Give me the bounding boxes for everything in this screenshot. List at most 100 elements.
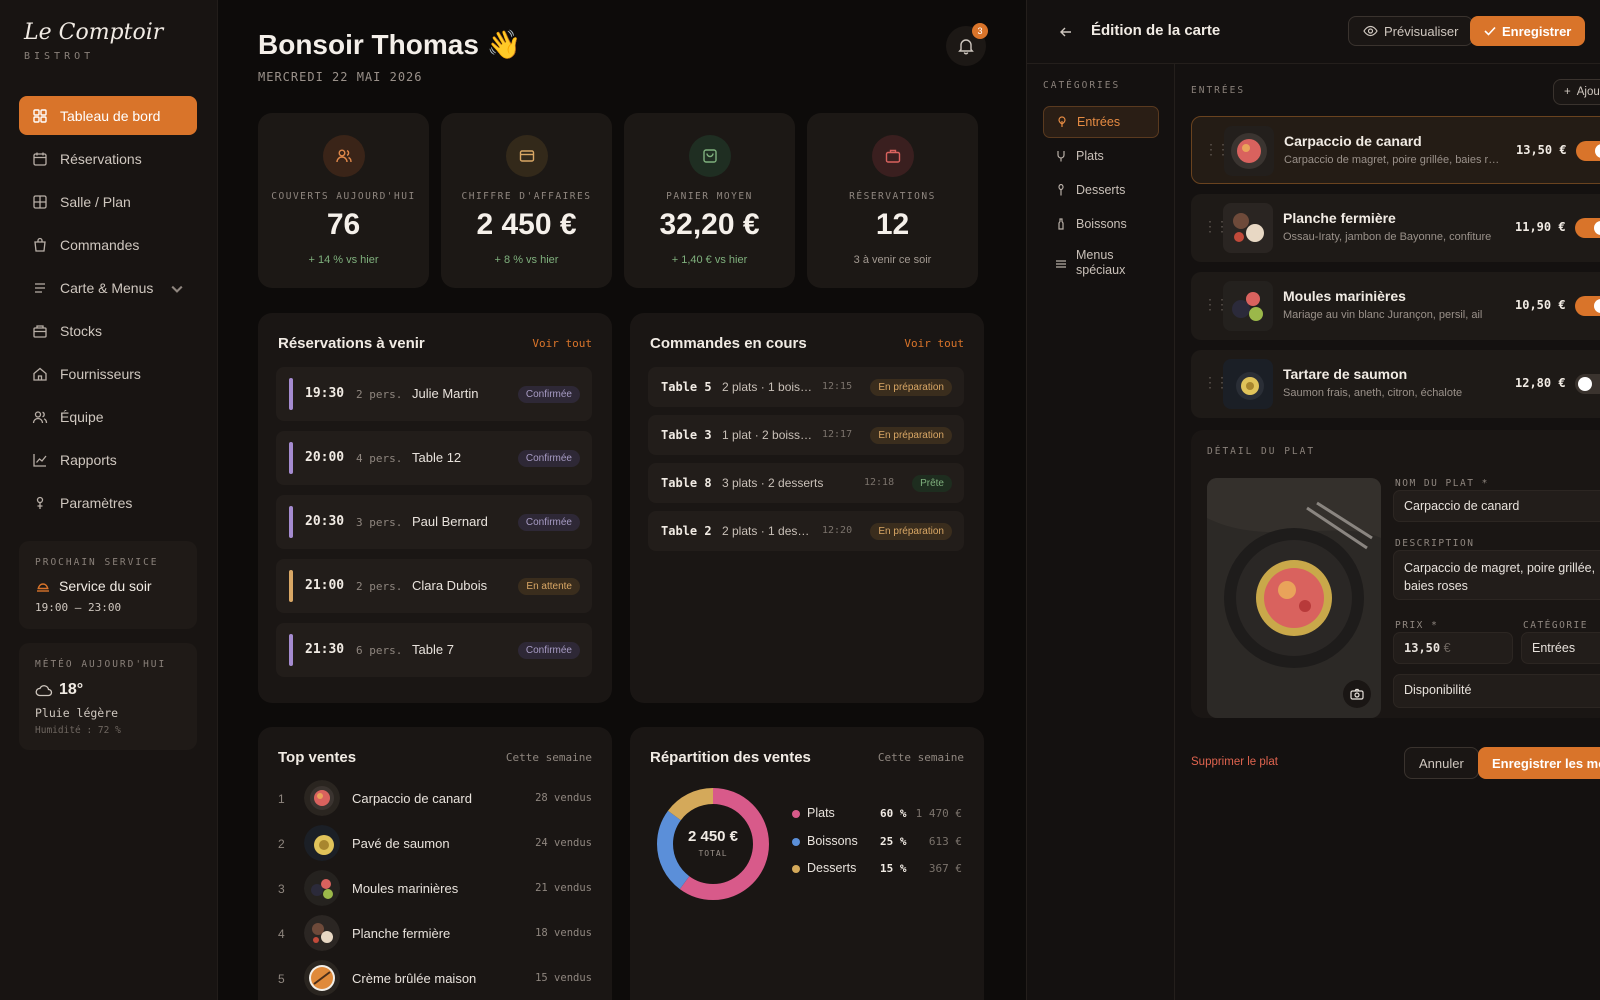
reservation-row[interactable]: 20:00 4 pers. Table 12 Confirmée <box>276 431 592 485</box>
sidebar-item-label: Rapports <box>60 451 117 468</box>
list-item[interactable]: 3 Moules marinières 21 vendus <box>278 866 592 910</box>
category-plats[interactable]: Plats <box>1043 140 1159 172</box>
dish-description: Carpaccio de magret, poire grillée, baie… <box>1284 154 1504 166</box>
legend-name: Desserts <box>807 861 857 875</box>
sidebar-item-orders[interactable]: Commandes <box>19 225 197 264</box>
reservation-party-size: 2 pers. <box>356 388 403 401</box>
order-row[interactable]: Table 8 3 plats · 2 desserts 12:18 Prête <box>648 463 964 503</box>
category-desserts[interactable]: Desserts <box>1043 174 1159 206</box>
sidebar-item-stocks[interactable]: Stocks <box>19 311 197 350</box>
delete-dish-link[interactable]: Supprimer le plat <box>1191 756 1278 768</box>
reservation-name: Paul Bernard <box>412 514 488 529</box>
reservation-row[interactable]: 21:00 2 pers. Clara Dubois En attente <box>276 559 592 613</box>
dish-row-planche[interactable]: ⋮⋮ Planche fermière Ossau-Iraty, jambon … <box>1191 194 1600 262</box>
status-badge: Confirmée <box>517 386 580 403</box>
weather-desc: Pluie légère <box>35 706 119 720</box>
reservation-row[interactable]: 19:30 2 pers. Julie Martin Confirmée <box>276 367 592 421</box>
back-arrow-icon[interactable] <box>1059 25 1073 39</box>
floor-plan-icon <box>33 194 47 209</box>
sidebar-item-suppliers[interactable]: Fournisseurs <box>19 354 197 393</box>
dish-thumbnail <box>304 780 340 816</box>
reservation-name: Clara Dubois <box>412 578 488 593</box>
sidebar-item-reservations[interactable]: Réservations <box>19 139 197 178</box>
reservation-name: Table 7 <box>412 642 454 657</box>
next-service-card[interactable]: PROCHAIN SERVICE Service du soir 19:00 —… <box>19 541 197 629</box>
donut-total: 2 450 € <box>687 828 739 845</box>
menu-editor-panel: Édition de la carte Prévisualiser Enregi… <box>1026 0 1600 1000</box>
change-photo-button[interactable] <box>1343 680 1371 708</box>
panel-title: Réservations à venir <box>278 335 425 352</box>
reservation-time: 21:30 <box>305 642 345 657</box>
sidebar-item-team[interactable]: Équipe <box>19 397 197 436</box>
availability-toggle[interactable] <box>1575 296 1600 316</box>
dish-name-input[interactable]: Carpaccio de canard <box>1393 490 1600 522</box>
sidebar: Le Comptoir BISTROT Tableau de bord Rése… <box>0 0 218 1000</box>
rank: 4 <box>278 927 285 941</box>
sidebar-item-settings[interactable]: Paramètres <box>19 483 197 522</box>
sidebar-item-floor-plan[interactable]: Salle / Plan <box>19 182 197 221</box>
dish-description-input[interactable]: Carpaccio de magret, poire grillée, baie… <box>1393 550 1600 600</box>
dish-name: Crème brûlée maison <box>352 971 477 986</box>
kpi-value: 12 <box>875 208 910 241</box>
brand[interactable]: Le Comptoir BISTROT <box>24 20 163 62</box>
category-special-menus[interactable]: Menus spéciaux <box>1043 242 1159 286</box>
kpi-trend: + 14 % vs hier <box>308 254 379 266</box>
legend-percent: 25 % <box>880 835 907 848</box>
dish-description: Ossau-Iraty, jambon de Bayonne, confitur… <box>1283 231 1492 243</box>
basket-icon <box>688 135 731 177</box>
order-row[interactable]: Table 5 2 plats · 1 boisson 12:15 En pré… <box>648 367 964 407</box>
availability-toggle[interactable] <box>1576 141 1600 161</box>
dish-row-moules[interactable]: ⋮⋮ Moules marinières Mariage au vin blan… <box>1191 272 1600 340</box>
panel-title: Commandes en cours <box>650 335 807 352</box>
save-label: Enregistrer <box>1502 23 1572 39</box>
view-all-reservations-link[interactable]: Voir tout <box>532 337 592 350</box>
availability-toggle[interactable] <box>1575 374 1600 394</box>
sidebar-item-menus[interactable]: Carte & Menus <box>19 268 197 307</box>
sidebar-item-dashboard[interactable]: Tableau de bord <box>19 96 197 135</box>
category-entrees[interactable]: Entrées <box>1043 106 1159 138</box>
dish-name: Planche fermière <box>1283 210 1396 226</box>
period-selector[interactable]: Cette semaine <box>506 751 592 764</box>
save-button[interactable]: Enregistrer <box>1470 16 1586 46</box>
list-item[interactable]: 4 Planche fermière 18 vendus <box>278 911 592 955</box>
availability-toggle[interactable] <box>1575 218 1600 238</box>
order-row[interactable]: Table 2 2 plats · 1 dessert 12:20 En pré… <box>648 511 964 551</box>
period-selector[interactable]: Cette semaine <box>878 751 964 764</box>
sidebar-item-label: Stocks <box>60 322 103 339</box>
reservation-row[interactable]: 21:30 6 pers. Table 7 Confirmée <box>276 623 592 677</box>
price-input[interactable]: 13,50 € <box>1393 632 1513 664</box>
preview-button[interactable]: Prévisualiser <box>1348 16 1474 46</box>
editor-header: Édition de la carte Prévisualiser Enregi… <box>1027 0 1600 64</box>
sold-count: 18 vendus <box>535 927 592 939</box>
legend-amount: 367 € <box>928 862 962 875</box>
list-item[interactable]: 5 Crème brûlée maison 15 vendus <box>278 956 592 1000</box>
reservation-time: 19:30 <box>305 386 345 401</box>
category-boissons[interactable]: Boissons <box>1043 208 1159 240</box>
orders-panel: Commandes en cours Voir tout Table 5 2 p… <box>630 313 984 703</box>
list-item[interactable]: 1 Carpaccio de canard 28 vendus <box>278 776 592 820</box>
category-select[interactable]: Entrées <box>1521 632 1600 664</box>
chevron-down-icon[interactable] <box>169 281 185 297</box>
home-icon <box>33 367 47 381</box>
dish-row-tartare[interactable]: ⋮⋮ Tartare de saumon Saumon frais, aneth… <box>1191 350 1600 418</box>
add-dish-button[interactable]: + Ajou <box>1553 79 1600 105</box>
availability-field[interactable]: Disponibilité <box>1393 674 1600 708</box>
save-changes-button[interactable]: Enregistrer les modifications <box>1478 747 1600 779</box>
dish-thumbnail <box>304 915 340 951</box>
list-icon <box>1056 260 1066 268</box>
reservation-row[interactable]: 20:30 3 pers. Paul Bernard Confirmée <box>276 495 592 549</box>
list-item[interactable]: 2 Pavé de saumon 24 vendus <box>278 821 592 865</box>
order-table: Table 2 <box>661 524 712 538</box>
sidebar-item-reports[interactable]: Rapports <box>19 440 197 479</box>
notifications-button[interactable]: 3 <box>946 23 988 66</box>
view-all-orders-link[interactable]: Voir tout <box>904 337 964 350</box>
order-table: Table 8 <box>661 476 712 490</box>
dish-row-carpaccio[interactable]: ⋮⋮ Carpaccio de canard Carpaccio de magr… <box>1191 116 1600 184</box>
kpi-reservations: RÉSERVATIONS 12 3 à venir ce soir <box>807 113 978 288</box>
cancel-button[interactable]: Annuler <box>1404 747 1479 779</box>
panel-title: Top ventes <box>278 749 357 766</box>
legend-item: Desserts 15 % 367 € <box>792 860 962 880</box>
order-row[interactable]: Table 3 1 plat · 2 boissons 12:17 En pré… <box>648 415 964 455</box>
order-desc: 3 plats · 2 desserts <box>722 476 824 490</box>
legend-percent: 60 % <box>880 807 907 820</box>
